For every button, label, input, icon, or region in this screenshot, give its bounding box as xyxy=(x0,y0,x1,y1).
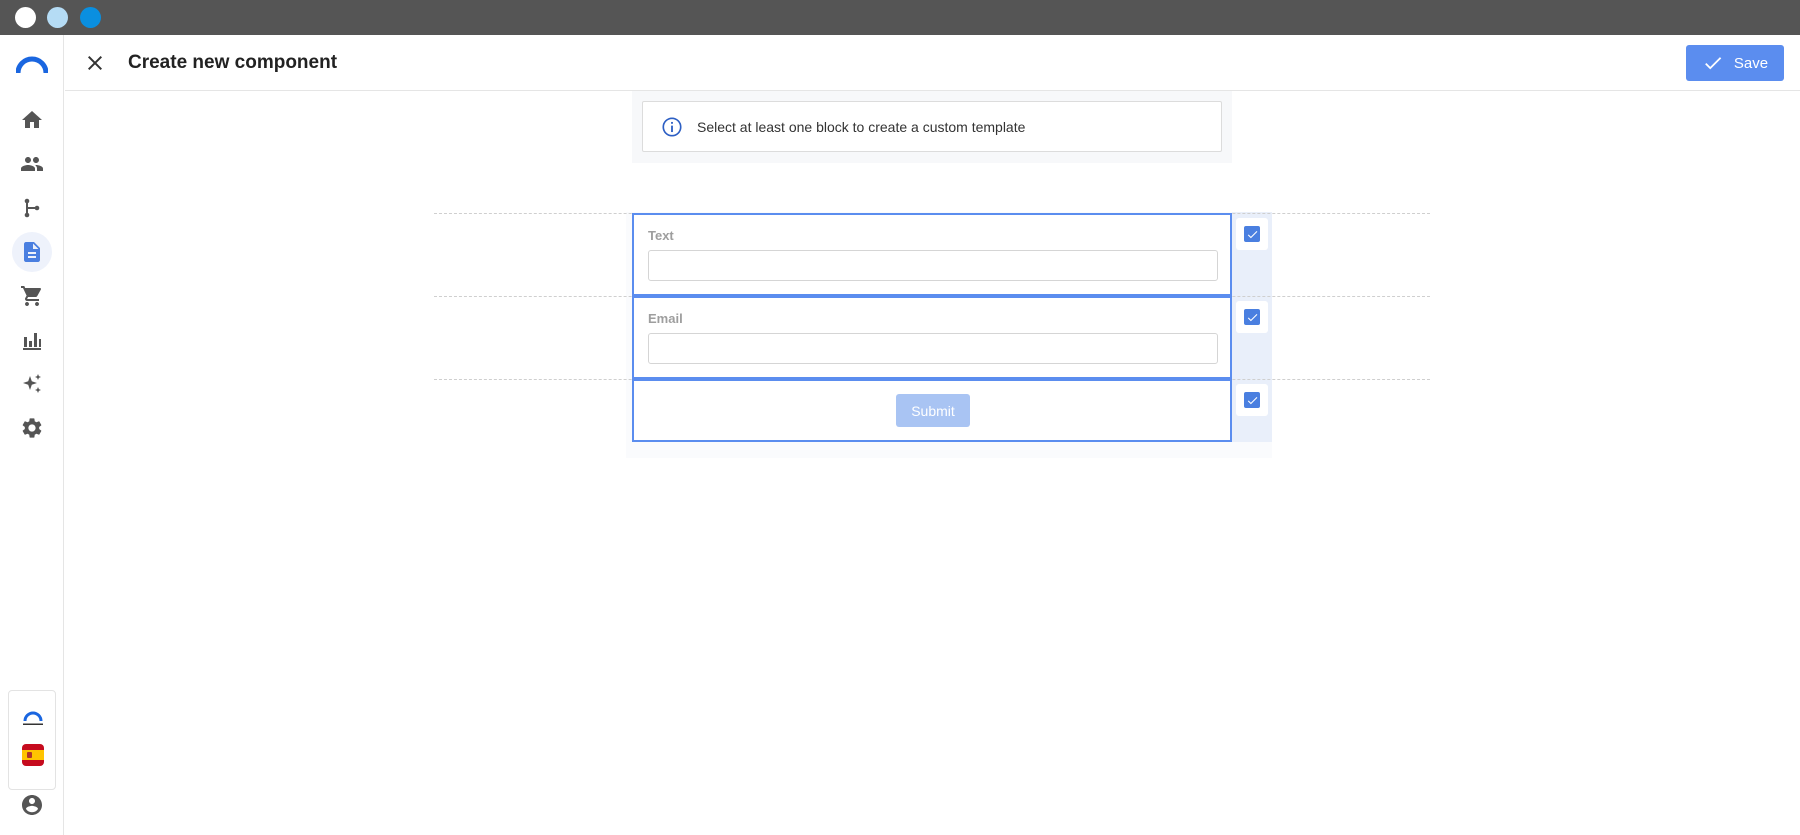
window-close-dot[interactable] xyxy=(15,7,36,28)
sidebar-item-ai[interactable] xyxy=(12,364,52,404)
check-icon xyxy=(1705,57,1722,70)
checkbox-checked-icon xyxy=(1244,392,1260,408)
close-icon[interactable] xyxy=(83,51,107,75)
block-select-checkbox[interactable] xyxy=(1236,218,1268,250)
window-minimize-dot[interactable] xyxy=(47,7,68,28)
window-titlebar xyxy=(0,0,1800,35)
email-field-block[interactable]: Email xyxy=(632,296,1232,379)
email-input[interactable] xyxy=(648,333,1218,364)
submit-button-block[interactable]: Submit xyxy=(632,379,1232,442)
sidebar-item-cart[interactable] xyxy=(12,276,52,316)
notice-container: Select at least one block to create a cu… xyxy=(632,91,1232,163)
block-select-checkbox[interactable] xyxy=(1236,301,1268,333)
workspace-card xyxy=(8,690,56,790)
sidebar-item-analytics[interactable] xyxy=(12,320,52,360)
cart-icon xyxy=(21,286,42,306)
people-icon xyxy=(21,157,43,171)
sidebar-item-home[interactable] xyxy=(12,100,52,140)
window-maximize-dot[interactable] xyxy=(80,7,101,28)
submit-button[interactable]: Submit xyxy=(896,394,970,427)
field-label: Email xyxy=(648,311,683,326)
sidebar-item-people[interactable] xyxy=(12,144,52,184)
checkbox-checked-icon xyxy=(1244,226,1260,242)
document-icon xyxy=(24,242,40,262)
text-field-block[interactable]: Text xyxy=(632,213,1232,296)
account-circle-icon[interactable] xyxy=(20,793,44,817)
info-notice: Select at least one block to create a cu… xyxy=(642,101,1222,152)
sparkle-icon xyxy=(23,374,41,393)
sidebar xyxy=(0,35,64,835)
info-icon xyxy=(662,116,682,137)
save-button-label: Save xyxy=(1733,54,1769,72)
page-title: Create new component xyxy=(128,52,338,73)
bar-chart-icon xyxy=(23,333,41,350)
text-input[interactable] xyxy=(648,250,1218,281)
block-select-checkbox[interactable] xyxy=(1236,384,1268,416)
field-label: Text xyxy=(648,228,674,243)
page-header: Create new component Save xyxy=(65,35,1800,91)
brand-logo-icon[interactable] xyxy=(16,55,48,75)
spain-flag-icon[interactable] xyxy=(22,744,44,766)
sidebar-item-documents[interactable] xyxy=(12,232,52,272)
checkbox-checked-icon xyxy=(1244,309,1260,325)
sidebar-item-settings[interactable] xyxy=(12,408,52,448)
sidebar-item-flows[interactable] xyxy=(12,188,52,228)
home-icon xyxy=(22,111,42,128)
workspace-logo-icon[interactable] xyxy=(19,709,47,727)
notice-text: Select at least one block to create a cu… xyxy=(697,118,1026,135)
branch-icon xyxy=(24,198,40,218)
save-button[interactable]: Save xyxy=(1686,45,1784,81)
gear-icon xyxy=(22,418,42,438)
